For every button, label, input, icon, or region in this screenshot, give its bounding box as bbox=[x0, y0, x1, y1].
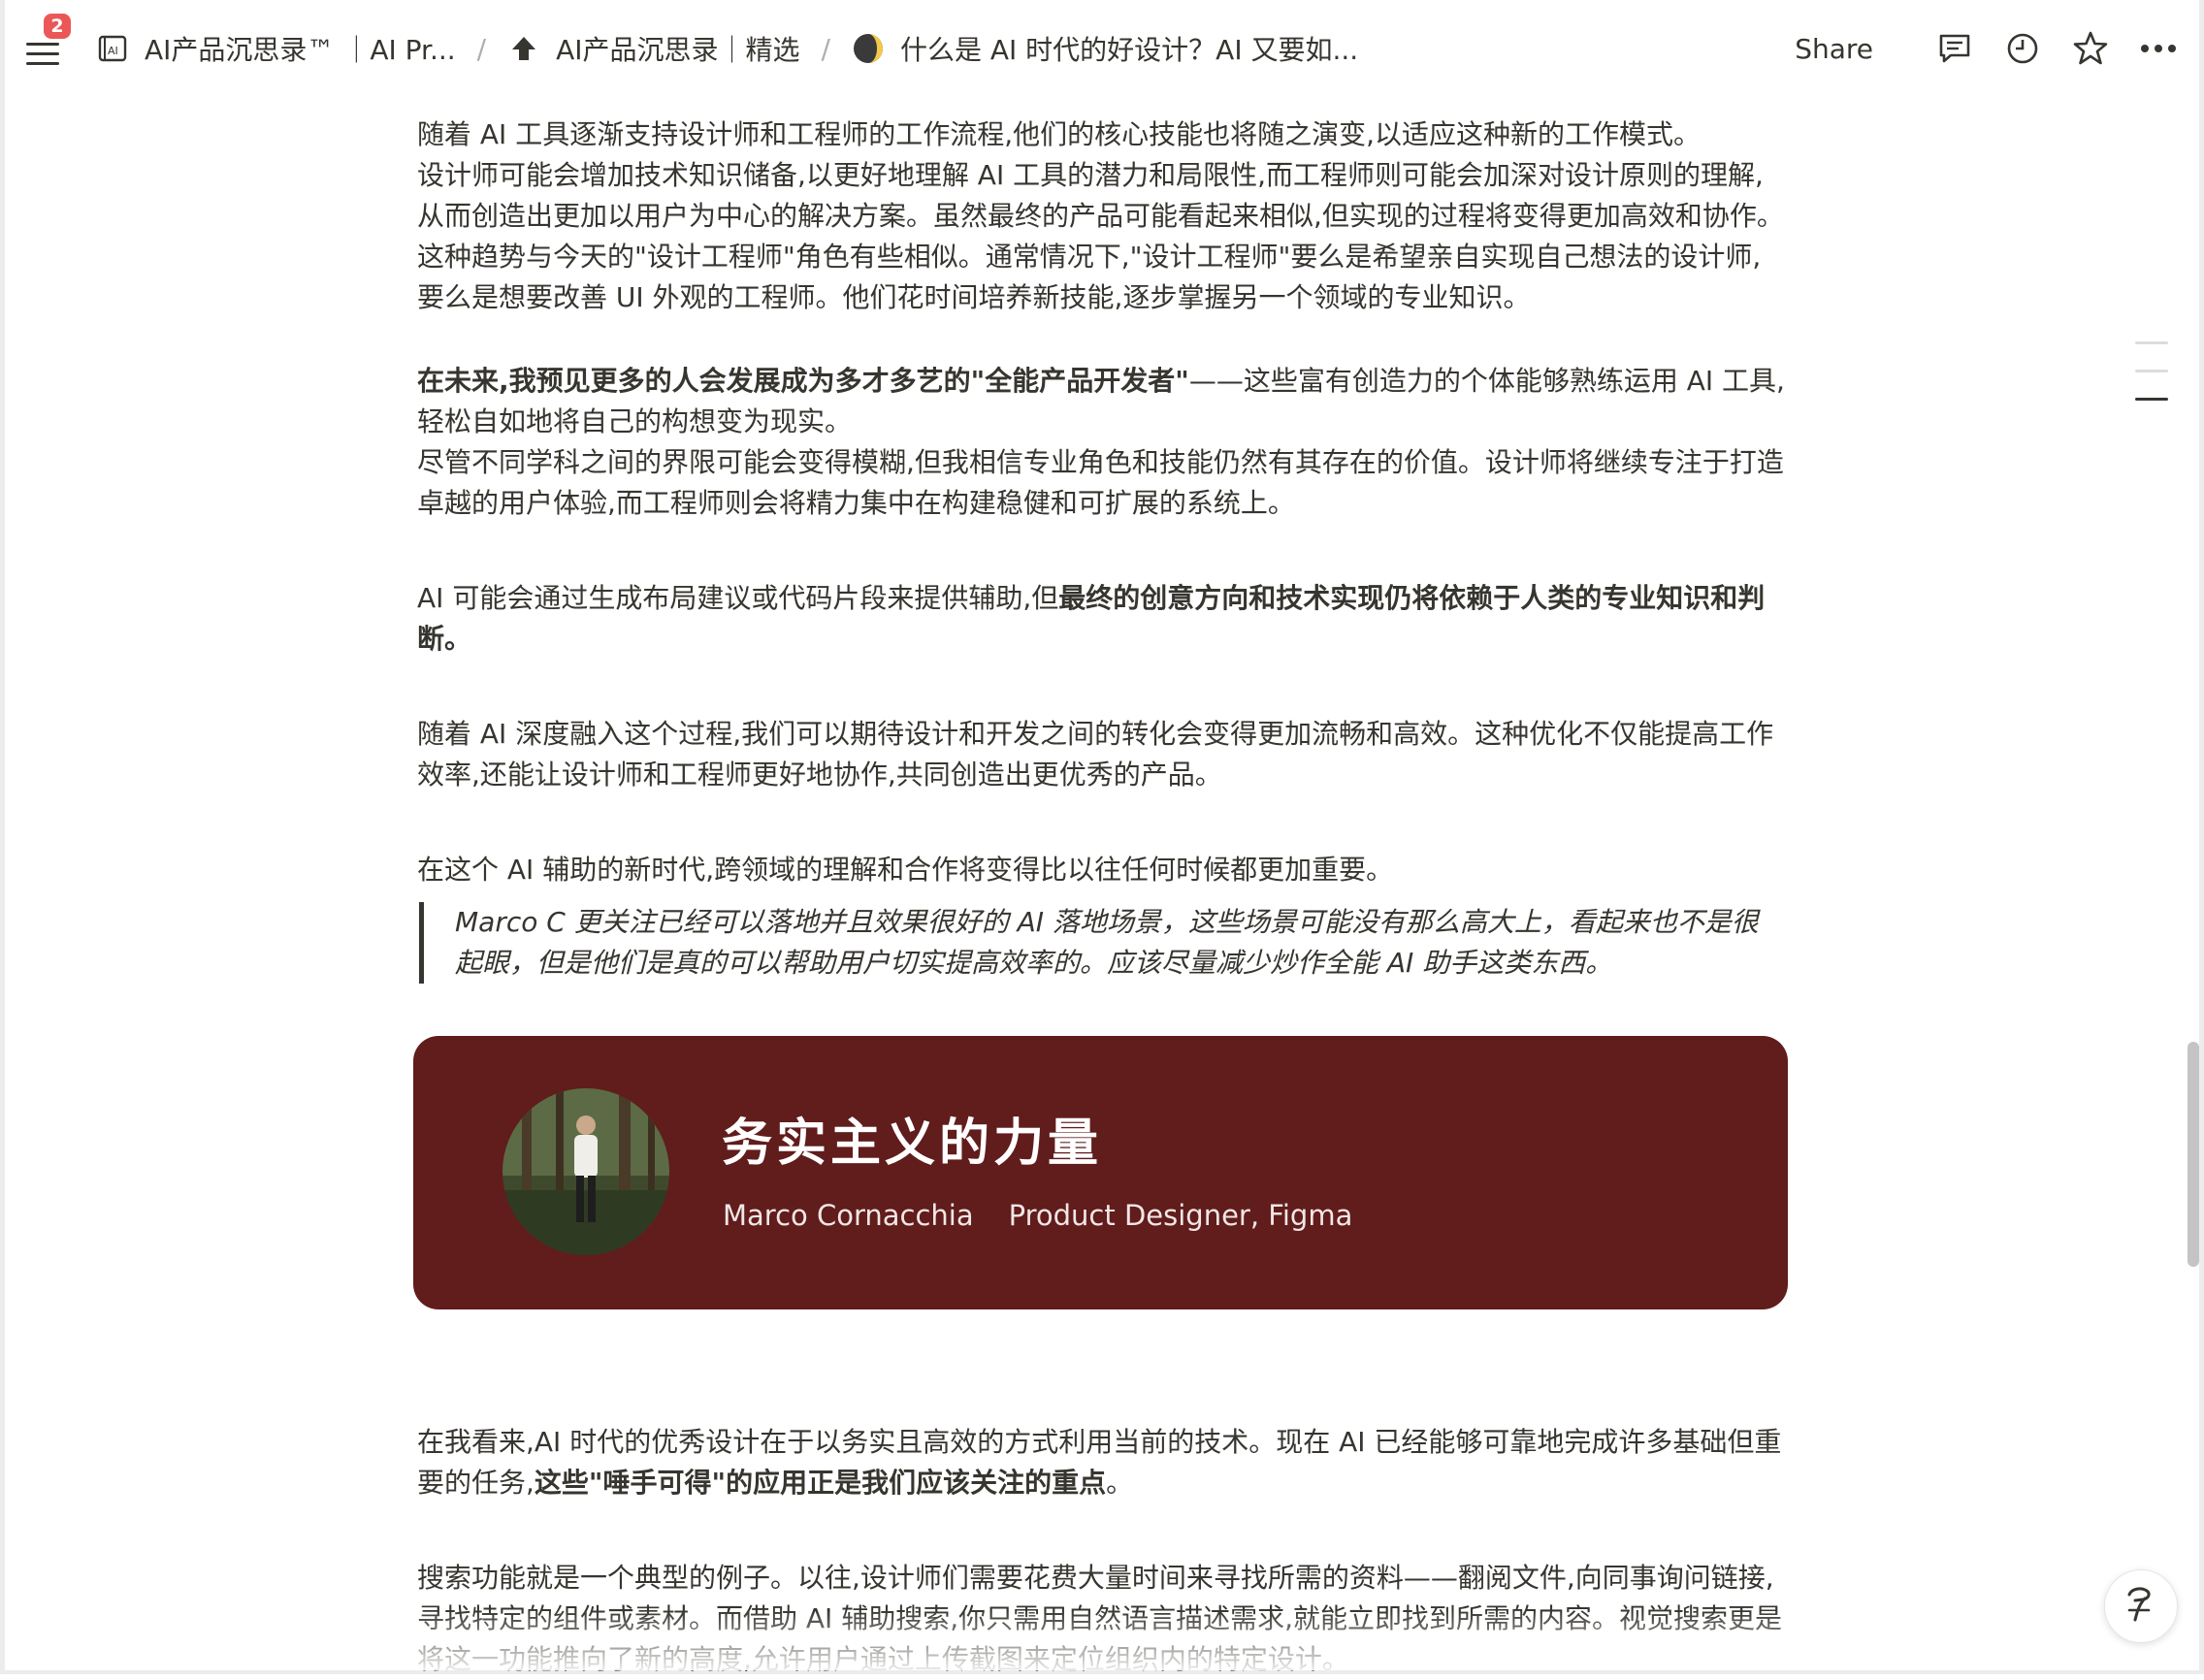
toc-marker-active[interactable] bbox=[2135, 398, 2168, 401]
blockquote: Marco C 更关注已经可以落地并且效果很好的 AI 落地场景，这些场景可能没… bbox=[419, 902, 1795, 984]
help-button[interactable] bbox=[2104, 1569, 2178, 1643]
menu-icon-bar bbox=[26, 62, 59, 65]
top-actions: Share bbox=[1795, 27, 2180, 70]
clock-icon[interactable] bbox=[2001, 27, 2044, 70]
speaker-banner-image: 务实主义的力量 Marco Cornacchia Product Designe… bbox=[413, 1036, 1788, 1309]
text-line: 搜索功能就是一个典型的例子。以往,设计师们需要花费大量时间来寻找所需的资料——翻… bbox=[417, 1562, 1774, 1594]
breadcrumb-separator: / bbox=[821, 32, 830, 65]
text-line: 随着 AI 工具逐渐支持设计师和工程师的工作流程,他们的核心技能也将随之演变,以… bbox=[417, 118, 1702, 150]
breadcrumb-parent-label: AI产品沉思录｜精选 bbox=[556, 34, 800, 66]
breadcrumb-separator: / bbox=[476, 32, 487, 65]
speaker-avatar bbox=[502, 1088, 669, 1255]
bold-text: 断。 bbox=[417, 623, 472, 655]
breadcrumb-page-label: 什么是 AI 时代的好设计？AI 又要如... bbox=[899, 34, 1359, 66]
banner-title: 务实主义的力量 bbox=[722, 1115, 1103, 1173]
comment-icon[interactable] bbox=[1933, 27, 1976, 70]
star-icon[interactable] bbox=[2069, 27, 2112, 70]
speaker-role: Product Designer, Figma bbox=[1008, 1199, 1353, 1232]
more-icon[interactable] bbox=[2137, 27, 2180, 70]
text-span: AI 可能会通过生成布局建议或代码片段来提供辅助,但 bbox=[417, 582, 1059, 614]
scrollbar-thumb[interactable] bbox=[2188, 1042, 2199, 1267]
text-line: 从而创造出更加以用户为中心的解决方案。虽然最终的产品可能看起来相似,但实现的过程… bbox=[417, 200, 1784, 232]
paragraph-skills: 随着 AI 工具逐渐支持设计师和工程师的工作流程,他们的核心技能也将随之演变,以… bbox=[417, 114, 1795, 318]
quote-line: 起眼，但是他们是真的可以帮助用户切实提高效率的。应该尽量减少炒作全能 AI 助手… bbox=[455, 947, 1613, 979]
text-line: 这种趋势与今天的"设计工程师"角色有些相似。通常情况下,"设计工程师"要么是希望… bbox=[417, 241, 1762, 273]
text-line: AI 可能会通过生成布局建议或代码片段来提供辅助,但最终的创意方向和技术实现仍将… bbox=[417, 578, 1795, 619]
table-of-contents-rail[interactable] bbox=[2135, 341, 2170, 426]
text-line: 设计师可能会增加技术知识储备,以更好地理解 AI 工具的潜力和局限性,而工程师则… bbox=[417, 159, 1764, 191]
toc-marker[interactable] bbox=[2135, 341, 2168, 344]
speaker-name: Marco Cornacchia bbox=[723, 1199, 974, 1232]
toc-marker[interactable] bbox=[2135, 370, 2168, 372]
text-line: 要么是想要改善 UI 外观的工程师。他们花时间培养新技能,逐步掌握另一个领域的专… bbox=[417, 281, 1531, 313]
text-span: 要的任务, bbox=[417, 1467, 535, 1499]
sidebar-toggle-button[interactable]: 2 bbox=[24, 12, 73, 68]
top-bar: 2 AI AI产品沉思录™ ｜AI Pr... / AI产品沉思录｜精选 / 什… bbox=[5, 0, 2199, 97]
text-line: 尽管不同学科之间的界限可能会变得模糊,但我相信专业角色和技能仍然有其存在的价值。… bbox=[417, 446, 1784, 478]
paragraph-generalist: 在未来,我预见更多的人会发展成为多才多艺的"全能产品开发者"——这些富有创造力的… bbox=[417, 361, 1795, 524]
menu-icon-bar bbox=[26, 52, 59, 55]
menu-icon bbox=[26, 43, 59, 46]
bold-text: 最终的创意方向和技术实现仍将依赖于人类的专业知识和判 bbox=[1058, 582, 1766, 614]
page-body: 随着 AI 工具逐渐支持设计师和工程师的工作流程,他们的核心技能也将随之演变,以… bbox=[417, 114, 1795, 984]
notification-badge: 2 bbox=[42, 12, 73, 41]
app-window: 2 AI AI产品沉思录™ ｜AI Pr... / AI产品沉思录｜精选 / 什… bbox=[0, 0, 2204, 1675]
text-span: ——这些富有创造力的个体能够熟练运用 AI 工具, bbox=[1188, 365, 1785, 397]
share-button[interactable]: Share bbox=[1795, 33, 1873, 65]
text-line: 要的任务,这些"唾手可得"的应用正是我们应该关注的重点。 bbox=[417, 1463, 1795, 1503]
paragraph-pragmatic: 在我看来,AI 时代的优秀设计在于以务实且高效的方式利用当前的技术。现在 AI … bbox=[417, 1422, 1795, 1503]
paragraph-search: 搜索功能就是一个典型的例子。以往,设计师们需要花费大量时间来寻找所需的资料——翻… bbox=[417, 1558, 1795, 1680]
breadcrumb-parent[interactable]: AI产品沉思录｜精选 bbox=[507, 29, 800, 68]
text-line: 断。 bbox=[417, 619, 1795, 660]
paragraph-workflow: 随着 AI 深度融入这个过程,我们可以期待设计和开发之间的转化会变得更加流畅和高… bbox=[417, 714, 1795, 795]
text-line: 在未来,我预见更多的人会发展成为多才多艺的"全能产品开发者"——这些富有创造力的… bbox=[417, 361, 1795, 402]
breadcrumb-current-page[interactable]: 什么是 AI 时代的好设计？AI 又要如... bbox=[852, 29, 1358, 68]
svg-text:AI: AI bbox=[108, 45, 118, 57]
breadcrumb-workspace-label: AI产品沉思录™ ｜AI Pr... bbox=[145, 34, 456, 66]
text-line: 效率,还能让设计师和工程师更好地协作,共同创造出更优秀的产品。 bbox=[417, 759, 1222, 791]
breadcrumb-workspace[interactable]: AI AI产品沉思录™ ｜AI Pr... bbox=[96, 29, 456, 68]
workspace-book-icon: AI bbox=[96, 32, 129, 65]
arrow-up-icon bbox=[507, 32, 540, 65]
banner-subtitle: Marco Cornacchia Product Designer, Figma bbox=[723, 1199, 1352, 1232]
text-line: 在我看来,AI 时代的优秀设计在于以务实且高效的方式利用当前的技术。现在 AI … bbox=[417, 1426, 1782, 1458]
paragraph-human-expertise: AI 可能会通过生成布局建议或代码片段来提供辅助,但最终的创意方向和技术实现仍将… bbox=[417, 578, 1795, 660]
text-line: 卓越的用户体验,而工程师则会将精力集中在构建稳健和可扩展的系统上。 bbox=[417, 487, 1295, 519]
bold-text: 在未来,我预见更多的人会发展成为多才多艺的"全能产品开发者" bbox=[417, 365, 1189, 397]
text-span: 。 bbox=[1106, 1467, 1134, 1499]
help-icon bbox=[2127, 1587, 2151, 1622]
bold-text: 这些"唾手可得"的应用正是我们应该关注的重点 bbox=[534, 1467, 1107, 1499]
quote-line: Marco C 更关注已经可以落地并且效果很好的 AI 落地场景，这些场景可能没… bbox=[455, 906, 1759, 938]
text-line: 随着 AI 深度融入这个过程,我们可以期待设计和开发之间的转化会变得更加流畅和高… bbox=[417, 718, 1774, 750]
text-line: 寻找特定的组件或素材。而借助 AI 辅助搜索,你只需用自然语言描述需求,就能立即… bbox=[417, 1602, 1783, 1634]
text-line: 轻松自如地将自己的构想变为现实。 bbox=[417, 405, 853, 437]
moon-phase-icon bbox=[852, 32, 885, 65]
page-body-continued: 在我看来,AI 时代的优秀设计在于以务实且高效的方式利用当前的技术。现在 AI … bbox=[417, 1422, 1795, 1680]
paragraph-collaboration: 在这个 AI 辅助的新时代,跨领域的理解和合作将变得比以往任何时候都更加重要。 bbox=[417, 854, 1394, 886]
